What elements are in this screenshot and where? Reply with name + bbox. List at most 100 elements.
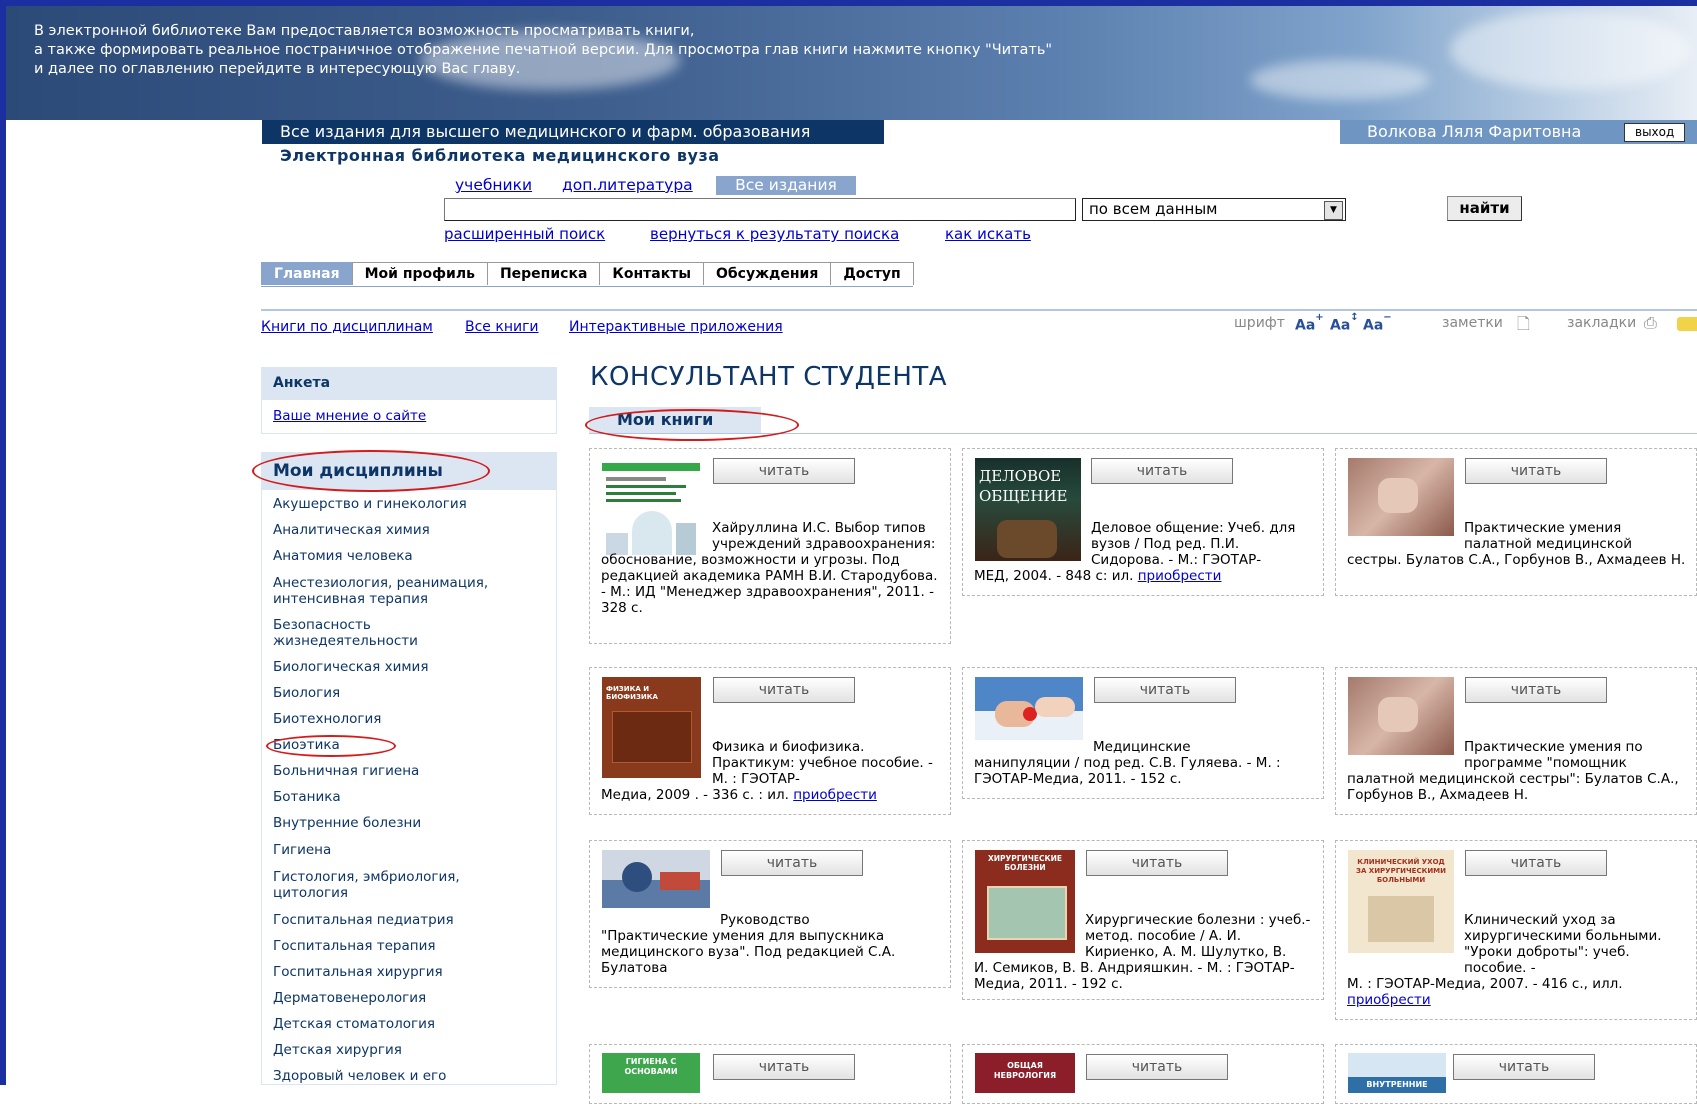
discipline-item[interactable]: Гигиена	[273, 842, 543, 858]
discipline-item[interactable]: Биоэтика	[273, 737, 543, 753]
tab-messages[interactable]: Переписка	[486, 262, 601, 285]
intro-line: В электронной библиотеке Вам предоставля…	[34, 23, 695, 39]
search-tab-extra-literature[interactable]: доп.литература	[562, 176, 693, 194]
advanced-search-link[interactable]: расширенный поиск	[444, 225, 605, 243]
discipline-item[interactable]: Госпитальная хирургия	[273, 964, 543, 980]
read-button[interactable]: читать	[1465, 850, 1607, 876]
tab-discussions[interactable]: Обсуждения	[703, 262, 832, 285]
buy-link[interactable]: приобрести	[1347, 992, 1687, 1008]
divider	[261, 309, 1697, 311]
feedback-link[interactable]: Ваше мнение о сайте	[273, 408, 426, 424]
notes-label: заметки	[1442, 315, 1503, 331]
scope-selector[interactable]: Все издания для высшего медицинского и ф…	[262, 120, 884, 144]
read-button[interactable]: читать	[713, 458, 855, 484]
tab-access[interactable]: Доступ	[830, 262, 914, 285]
buy-link[interactable]: приобрести	[1138, 568, 1222, 584]
discipline-item[interactable]: Анестезиология, реанимация, интенсивная …	[273, 575, 543, 607]
print-icon[interactable]: ⎙	[1644, 313, 1657, 333]
discipline-item[interactable]: Гистология, эмбриология, цитология	[273, 869, 493, 901]
read-button[interactable]: читать	[1465, 458, 1607, 484]
book-card: читать Практические умения по программе …	[1335, 667, 1697, 815]
discipline-item[interactable]: Анатомия человека	[273, 548, 543, 564]
book-card: ДЕЛОВОЕ ОБЩЕНИЕ читать Деловое общение: …	[962, 448, 1324, 596]
discipline-item[interactable]: Биотехнология	[273, 711, 543, 727]
discipline-item[interactable]: Ботаника	[273, 789, 543, 805]
book-cover-title: ДЕЛОВОЕ ОБЩЕНИЕ	[979, 467, 1068, 505]
read-button[interactable]: читать	[1094, 677, 1236, 703]
book-cover-title: ОБЩАЯ НЕВРОЛОГИЯ	[993, 1061, 1057, 1080]
discipline-item[interactable]: Здоровый человек и его	[273, 1068, 543, 1084]
discipline-item[interactable]: Безопасность жизнедеятельности	[273, 617, 453, 649]
discipline-item[interactable]: Аналитическая химия	[273, 522, 543, 538]
how-to-search-link[interactable]: как искать	[945, 225, 1031, 243]
disciplines-header: Мои дисциплины	[261, 452, 557, 490]
book-description-rest: И. Семиков, В. В. Андрияшкин. - М. : ГЭО…	[974, 960, 1295, 992]
search-scope-select[interactable]: по всем данным ▼	[1082, 198, 1346, 221]
font-reset-icon[interactable]: Aa↕	[1330, 312, 1359, 334]
book-description-lead: Медицинские	[1093, 739, 1191, 755]
chevron-down-icon[interactable]: ▼	[1324, 201, 1343, 220]
read-button[interactable]: читать	[1086, 1054, 1228, 1080]
read-button[interactable]: читать	[1465, 677, 1607, 703]
search-tab-textbooks[interactable]: учебники	[455, 176, 532, 194]
header-banner: В электронной библиотеке Вам предоставля…	[0, 0, 1697, 120]
tab-profile[interactable]: Мой профиль	[351, 262, 488, 285]
book-description: Медицинские манипуляции / под ред. С.В. …	[974, 739, 1314, 787]
buy-link[interactable]: приобрести	[793, 787, 877, 803]
discipline-item[interactable]: Больничная гигиена	[273, 763, 543, 779]
book-description-lead: Практические умения палатной медицинской	[1464, 520, 1633, 552]
back-to-results-link[interactable]: вернуться к результату поиска	[650, 225, 899, 243]
book-card: ОБЩАЯ НЕВРОЛОГИЯ читать	[962, 1044, 1324, 1104]
search-input[interactable]	[444, 198, 1076, 221]
book-cover[interactable]: ГИГИЕНА С ОСНОВАМИ	[602, 1053, 700, 1093]
book-description: Практические умения по программе "помощн…	[1347, 739, 1687, 803]
read-button[interactable]: читать	[1091, 458, 1233, 484]
book-cover[interactable]	[602, 850, 710, 908]
discipline-item[interactable]: Госпитальная педиатрия	[273, 912, 543, 928]
search-tab-all[interactable]: Все издания	[716, 176, 856, 195]
book-description-lead: Хирургические болезни : учеб.-метод. пос…	[1085, 912, 1311, 960]
discipline-item[interactable]: Биология	[273, 685, 543, 701]
book-cover[interactable]: ВНУТРЕННИЕ	[1348, 1053, 1446, 1093]
font-increase-icon[interactable]: Aa+	[1295, 312, 1324, 334]
interactive-apps-link[interactable]: Интерактивные приложения	[569, 319, 783, 335]
book-card: ФИЗИКА И БИОФИЗИКА читать Физика и биофи…	[589, 667, 951, 815]
book-card: читать Руководство "Практические умения …	[589, 840, 951, 988]
read-button[interactable]: читать	[713, 1054, 855, 1080]
read-button[interactable]: читать	[713, 677, 855, 703]
bookmark-icon[interactable]	[1677, 317, 1697, 331]
discipline-item[interactable]: Госпитальная терапия	[273, 938, 543, 954]
book-description: Руководство "Практические умения для вып…	[601, 912, 941, 976]
font-increase-glyph: Aa	[1295, 317, 1316, 334]
read-button[interactable]: читать	[721, 850, 863, 876]
discipline-item[interactable]: Биологическая химия	[273, 659, 543, 675]
all-books-link[interactable]: Все книги	[465, 319, 539, 335]
book-description: Физика и биофизика. Практикум: учебное п…	[601, 739, 941, 803]
book-cover-title: ГИГИЕНА С ОСНОВАМИ	[624, 1057, 678, 1076]
user-bar: Волкова Ляля Фаритовна выход	[1340, 120, 1697, 144]
book-description: Клинический уход за хирургическими больн…	[1347, 912, 1687, 1008]
tab-home[interactable]: Главная	[261, 262, 353, 285]
discipline-item[interactable]: Акушерство и гинекология	[273, 496, 543, 512]
book-cover[interactable]	[975, 677, 1083, 740]
notes-icon[interactable]: 🗋	[1517, 313, 1530, 340]
find-button[interactable]: найти	[1447, 196, 1522, 221]
intro-text: В электронной библиотеке Вам предоставля…	[34, 22, 1052, 79]
book-card: ВНУТРЕННИЕ читать	[1335, 1044, 1697, 1104]
discipline-item[interactable]: Детская стоматология	[273, 1016, 543, 1032]
font-decrease-icon[interactable]: Aa−	[1363, 312, 1392, 334]
tab-contacts[interactable]: Контакты	[599, 262, 704, 285]
read-button[interactable]: читать	[1453, 1054, 1595, 1080]
discipline-item[interactable]: Дерматовенерология	[273, 990, 543, 1006]
tab-my-books[interactable]: Мои книги	[589, 407, 761, 434]
books-by-discipline-link[interactable]: Книги по дисциплинам	[261, 319, 433, 335]
discipline-item[interactable]: Внутренние болезни	[273, 815, 543, 831]
book-cover[interactable]: ОБЩАЯ НЕВРОЛОГИЯ	[975, 1053, 1075, 1093]
read-button[interactable]: читать	[1086, 850, 1228, 876]
book-description-lead: Клинический уход за хирургическими больн…	[1464, 912, 1662, 976]
book-description: Хирургические болезни : учеб.-метод. пос…	[974, 912, 1314, 992]
book-description-lead: Практические умения по программе "помощн…	[1464, 739, 1643, 771]
discipline-item[interactable]: Детская хирургия	[273, 1042, 543, 1058]
font-reset-glyph: Aa	[1330, 317, 1351, 334]
logout-button[interactable]: выход	[1624, 123, 1686, 142]
